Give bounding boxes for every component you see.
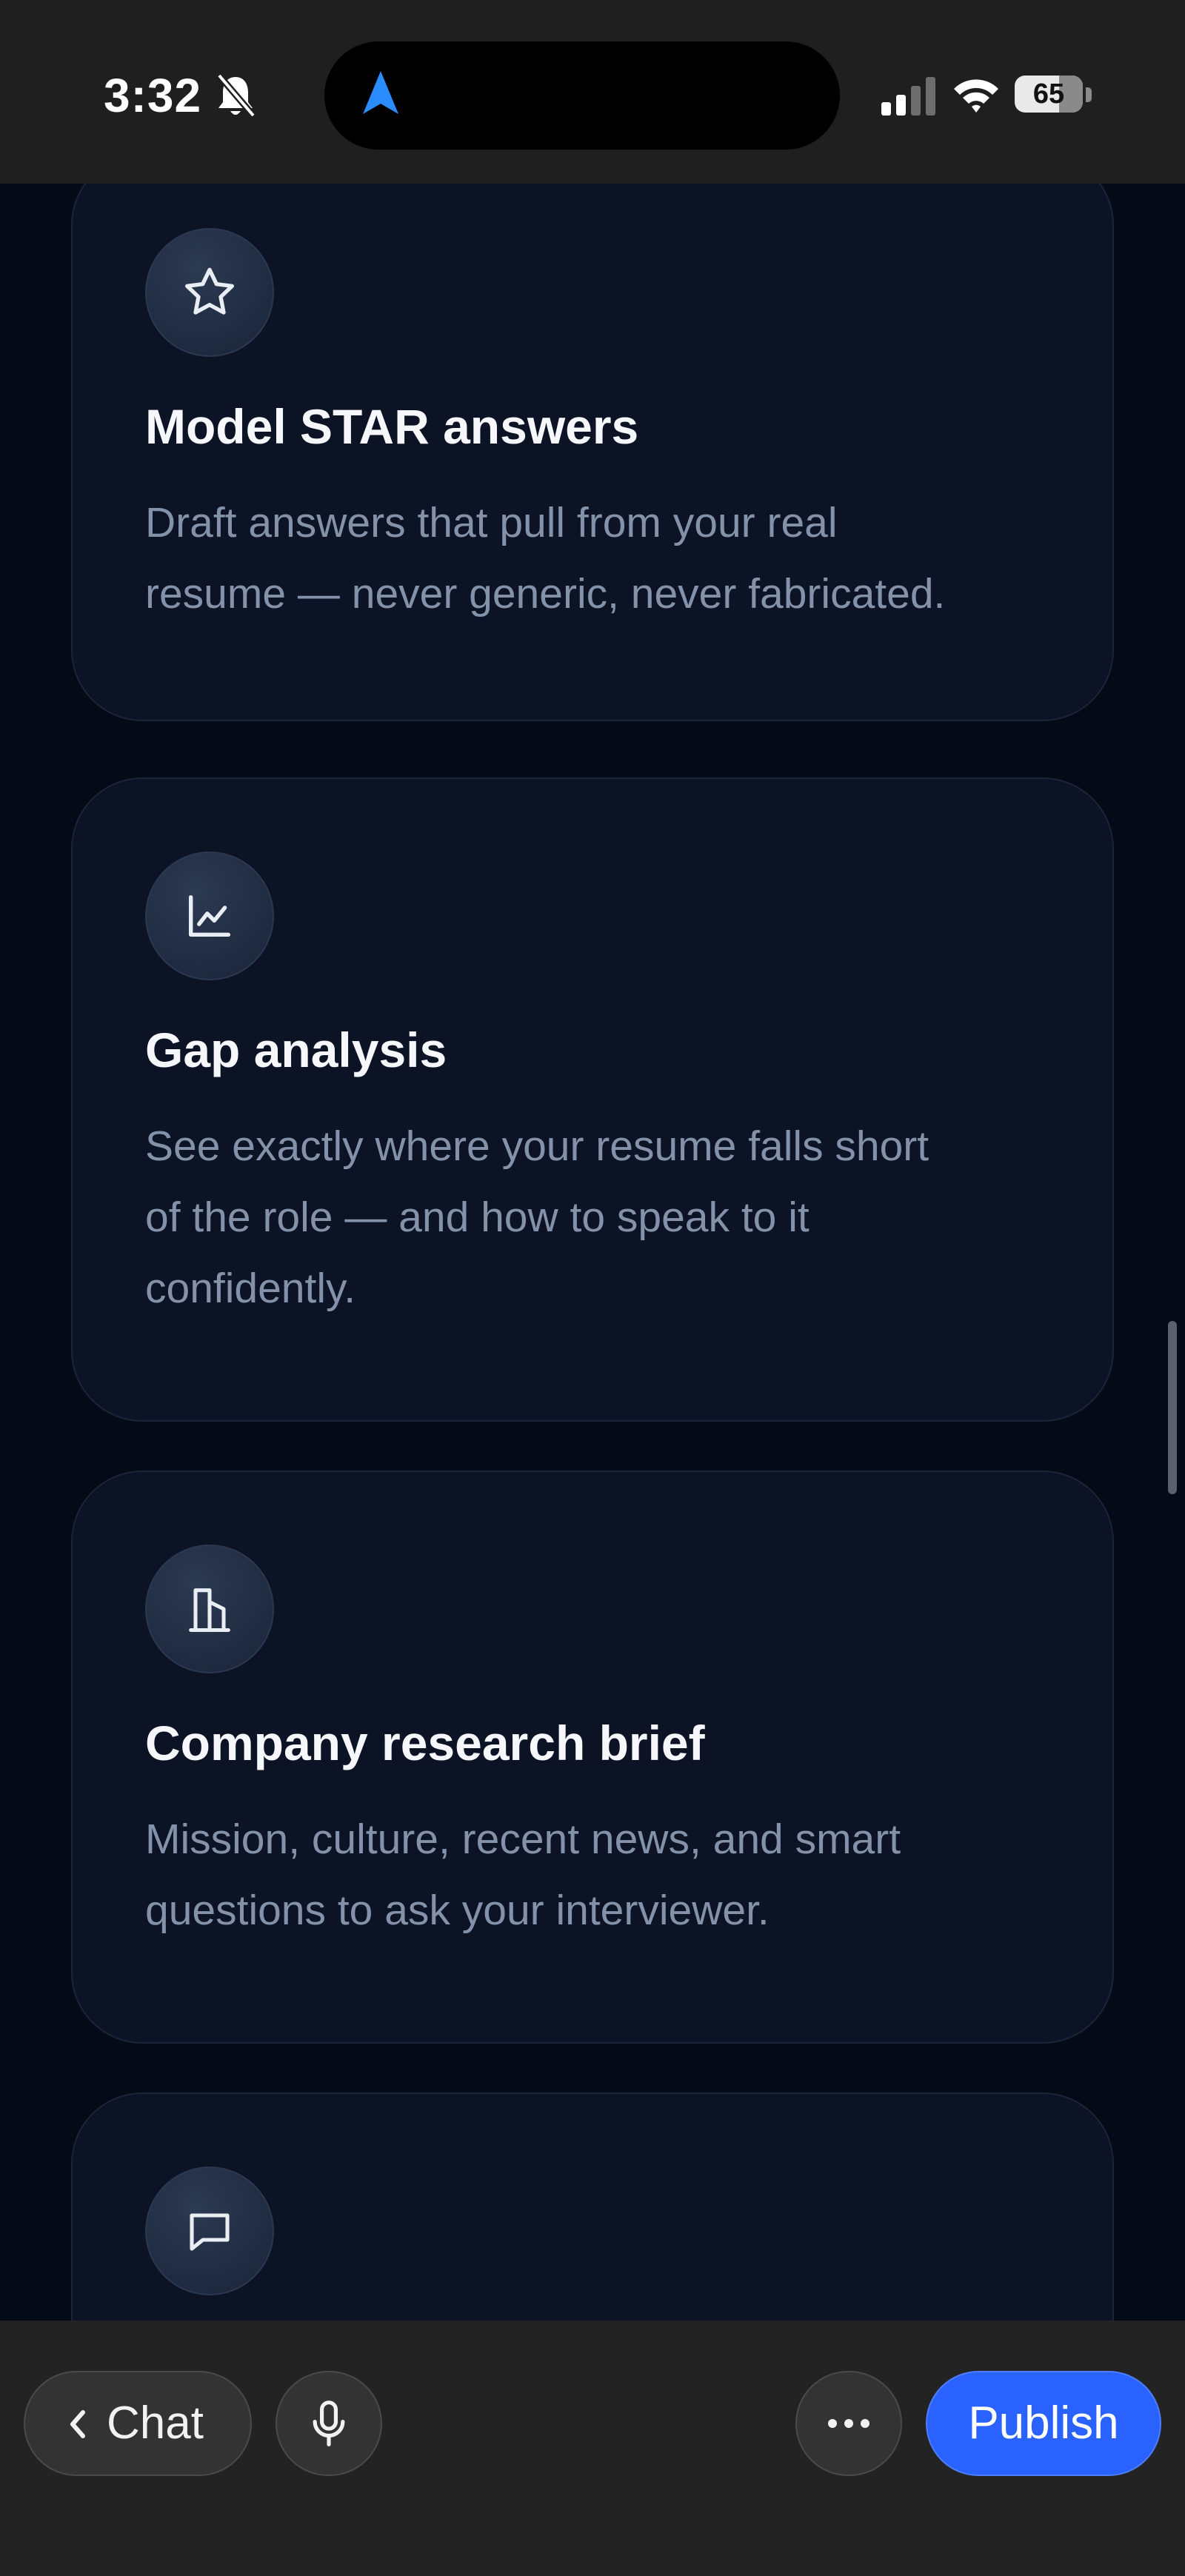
feature-title: Company research brief (145, 1716, 705, 1770)
line-chart-icon (188, 894, 231, 937)
star-icon-badge (145, 228, 274, 357)
status-bar: 3:32 65 (0, 0, 1185, 184)
chat-button-label: Chat (107, 2398, 204, 2449)
description-line: See exactly where your resume falls shor… (145, 1123, 929, 1170)
feature-description: See exactly where your resume falls shor… (145, 1111, 1049, 1324)
feature-card-company-research: Company research brief Mission, culture,… (71, 1471, 1114, 2044)
description-line: resume — never generic, never fabricated… (145, 570, 946, 618)
publish-button[interactable]: Publish (926, 2371, 1161, 2476)
chevron-left-icon (70, 2410, 85, 2438)
building-icon (189, 1588, 230, 1633)
description-line: questions to ask your interviewer. (145, 1887, 770, 1934)
feature-description: Mission, culture, recent news, and smart… (145, 1804, 1049, 1946)
more-horizontal-icon (828, 2419, 869, 2428)
feature-title: Gap analysis (145, 1023, 447, 1077)
feature-card-messages (71, 2092, 1114, 2321)
message-square-icon (190, 2213, 230, 2251)
building-icon-badge (145, 1545, 274, 1673)
more-options-button[interactable] (795, 2371, 902, 2476)
message-square-icon-badge (145, 2167, 274, 2295)
battery-level: 65 (1032, 78, 1065, 110)
feature-card-gap-analysis: Gap analysis See exactly where your resu… (71, 777, 1114, 1422)
status-time: 3:32 (104, 69, 202, 122)
feature-title: Model STAR answers (145, 399, 639, 454)
battery-tip (1086, 87, 1092, 102)
battery-icon: 65 (1015, 76, 1083, 113)
feature-card-star-answers: Model STAR answers Draft answers that pu… (71, 184, 1114, 721)
description-line: confidently. (145, 1265, 356, 1312)
scrollbar[interactable] (1168, 1321, 1177, 1494)
bottom-toolbar: Chat Publish (0, 2321, 1185, 2576)
microphone-icon (313, 2401, 345, 2446)
description-line: Mission, culture, recent news, and smart (145, 1816, 901, 1863)
cellular-signal-icon (881, 77, 935, 116)
microphone-button[interactable] (276, 2371, 382, 2476)
location-arrow-icon (363, 71, 398, 114)
feature-list[interactable]: Model STAR answers Draft answers that pu… (0, 184, 1185, 2321)
description-line: of the role — and how to speak to it (145, 1194, 810, 1241)
chat-button[interactable]: Chat (24, 2371, 252, 2476)
star-icon (185, 267, 235, 315)
wifi-icon (954, 79, 998, 113)
description-line: Draft answers that pull from your real (145, 499, 838, 546)
dynamic-island (324, 41, 840, 150)
bell-slash-icon (216, 73, 256, 118)
feature-description: Draft answers that pull from your real r… (145, 487, 1049, 629)
line-chart-icon-badge (145, 852, 274, 980)
